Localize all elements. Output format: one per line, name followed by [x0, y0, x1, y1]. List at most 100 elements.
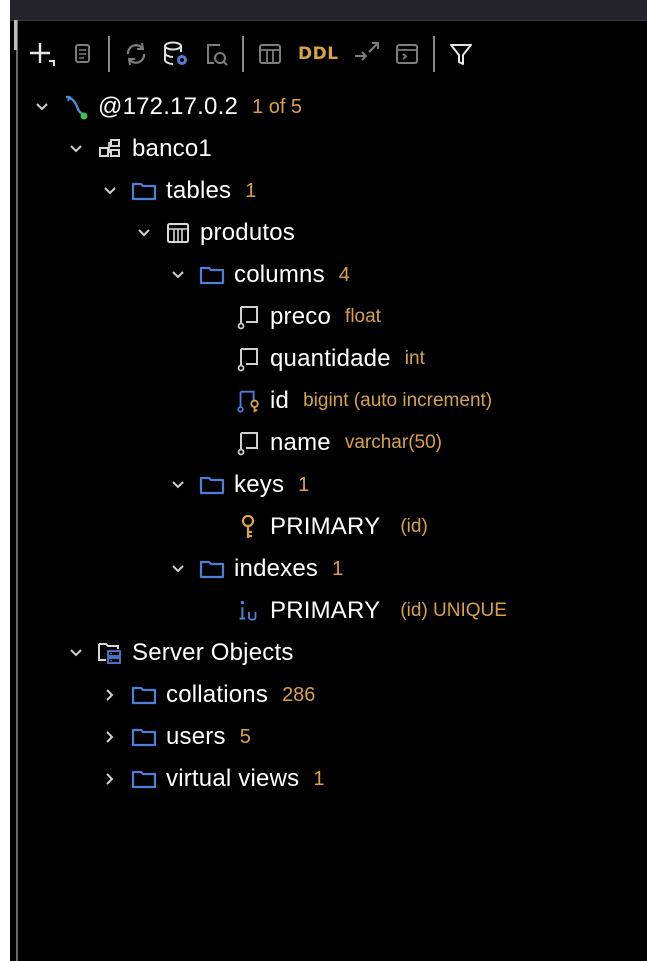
- server-objects-label: Server Objects: [132, 639, 294, 666]
- tree-node-columns[interactable]: columns 4: [166, 256, 350, 294]
- chevron-down-icon[interactable]: [64, 137, 88, 161]
- tree-node-column[interactable]: quantidade int: [234, 340, 425, 378]
- virtual-views-count: 1: [313, 767, 325, 790]
- tree-node-schema[interactable]: banco1: [64, 130, 212, 168]
- index-name: PRIMARY: [270, 597, 381, 624]
- chevron-down-icon[interactable]: [132, 221, 156, 245]
- folder-icon: [198, 471, 226, 499]
- index-detail: (id) UNIQUE: [400, 600, 507, 621]
- folder-icon: [130, 723, 158, 751]
- tree-node-index[interactable]: PRIMARY (id) UNIQUE: [234, 592, 507, 630]
- tree-node-users[interactable]: users 5: [98, 718, 251, 756]
- column-icon: [234, 303, 262, 331]
- table-icon: [164, 219, 192, 247]
- columns-count: 4: [338, 263, 350, 286]
- tree-node-keys[interactable]: keys 1: [166, 466, 309, 504]
- key-detail: (id): [400, 516, 428, 537]
- query-console-icon: [207, 44, 228, 66]
- toolbar-separator: [242, 36, 244, 72]
- tree-node-virtual-views[interactable]: virtual views 1: [98, 760, 324, 798]
- tree-node-column[interactable]: name varchar(50): [234, 424, 442, 462]
- open-console-button[interactable]: [389, 36, 425, 72]
- folder-icon: [198, 555, 226, 583]
- filter-button[interactable]: [443, 36, 479, 72]
- server-objects-icon: [96, 639, 124, 667]
- copy-icon: [75, 44, 90, 63]
- users-count: 5: [239, 725, 251, 748]
- data-source-properties-button[interactable]: [158, 36, 194, 72]
- add-button[interactable]: [24, 36, 60, 72]
- filter-icon: [449, 44, 472, 65]
- tree-node-connection[interactable]: @172.17.0.2 1 of 5: [30, 88, 302, 126]
- column-type: bigint (auto increment): [303, 390, 493, 411]
- mysql-dolphin-icon: [62, 93, 90, 121]
- database-explorer-window: DDL @172.17.0.2 1 of 5 banco1 tables 1 p…: [0, 0, 647, 961]
- tree-node-server-objects[interactable]: Server Objects: [64, 634, 294, 672]
- ddl-button[interactable]: DDL: [292, 36, 345, 72]
- tree-node-key[interactable]: PRIMARY (id): [234, 508, 428, 546]
- unique-index-icon: [234, 597, 262, 625]
- column-name: quantidade: [270, 345, 391, 372]
- chevron-right-icon[interactable]: [98, 725, 122, 749]
- schema-icon: [96, 135, 124, 163]
- top-strip: [10, 0, 647, 21]
- chevron-down-icon[interactable]: [166, 473, 190, 497]
- connection-schema-count: 1 of 5: [252, 95, 303, 118]
- tree-node-table-produtos[interactable]: produtos: [132, 214, 295, 252]
- jump-to-source-button[interactable]: [349, 36, 385, 72]
- toolbar-separator: [432, 36, 435, 72]
- folder-icon: [130, 681, 158, 709]
- column-type: varchar(50): [344, 432, 442, 453]
- chevron-down-icon[interactable]: [166, 263, 190, 287]
- left-gutter: [0, 0, 10, 961]
- chevron-right-icon[interactable]: [98, 767, 122, 791]
- database-settings-icon: [164, 41, 187, 65]
- column-name: name: [270, 429, 331, 456]
- tree-node-tables[interactable]: tables 1: [98, 172, 256, 210]
- keys-count: 1: [298, 473, 310, 496]
- column-type: float: [345, 306, 381, 327]
- table-label: produtos: [200, 219, 295, 246]
- column-name: id: [270, 387, 290, 414]
- schema-label: banco1: [132, 135, 212, 162]
- chevron-down-icon[interactable]: [98, 179, 122, 203]
- tables-count: 1: [245, 179, 257, 202]
- chevron-down-icon[interactable]: [166, 557, 190, 581]
- column-icon: [234, 345, 262, 373]
- column-icon: [234, 429, 262, 457]
- tree-node-collations[interactable]: collations 286: [98, 676, 315, 714]
- column-name: preco: [270, 303, 332, 330]
- table-editor-button[interactable]: [252, 36, 288, 72]
- collations-count: 286: [282, 683, 316, 706]
- column-type: int: [404, 348, 425, 369]
- users-label: users: [166, 723, 226, 750]
- columns-label: columns: [234, 261, 325, 288]
- table-icon: [259, 44, 281, 64]
- key-icon: [234, 513, 262, 541]
- keys-label: keys: [234, 471, 285, 498]
- key-name: PRIMARY: [270, 513, 381, 540]
- console-icon: [395, 44, 418, 64]
- tree-node-column[interactable]: preco float: [234, 298, 381, 336]
- ddl-icon: DDL: [298, 44, 339, 64]
- tables-label: tables: [166, 177, 232, 204]
- chevron-down-icon[interactable]: [64, 641, 88, 665]
- duplicate-button[interactable]: [64, 36, 100, 72]
- primary-key-column-icon: [234, 387, 262, 415]
- tree-node-column[interactable]: id bigint (auto increment): [234, 382, 492, 420]
- jump-icon: [354, 42, 379, 61]
- folder-icon: [198, 261, 226, 289]
- explorer-toolbar: DDL: [24, 34, 483, 74]
- query-console-button[interactable]: [198, 36, 234, 72]
- folder-icon: [130, 765, 158, 793]
- indexes-count: 1: [332, 557, 344, 580]
- chevron-right-icon[interactable]: [98, 683, 122, 707]
- panel-border-accent: [14, 20, 17, 50]
- connection-label: @172.17.0.2: [98, 93, 239, 120]
- indexes-label: indexes: [234, 555, 319, 582]
- add-icon: [30, 43, 55, 66]
- refresh-button[interactable]: [118, 36, 154, 72]
- chevron-down-icon[interactable]: [30, 95, 54, 119]
- virtual-views-label: virtual views: [166, 765, 300, 792]
- tree-node-indexes[interactable]: indexes 1: [166, 550, 343, 588]
